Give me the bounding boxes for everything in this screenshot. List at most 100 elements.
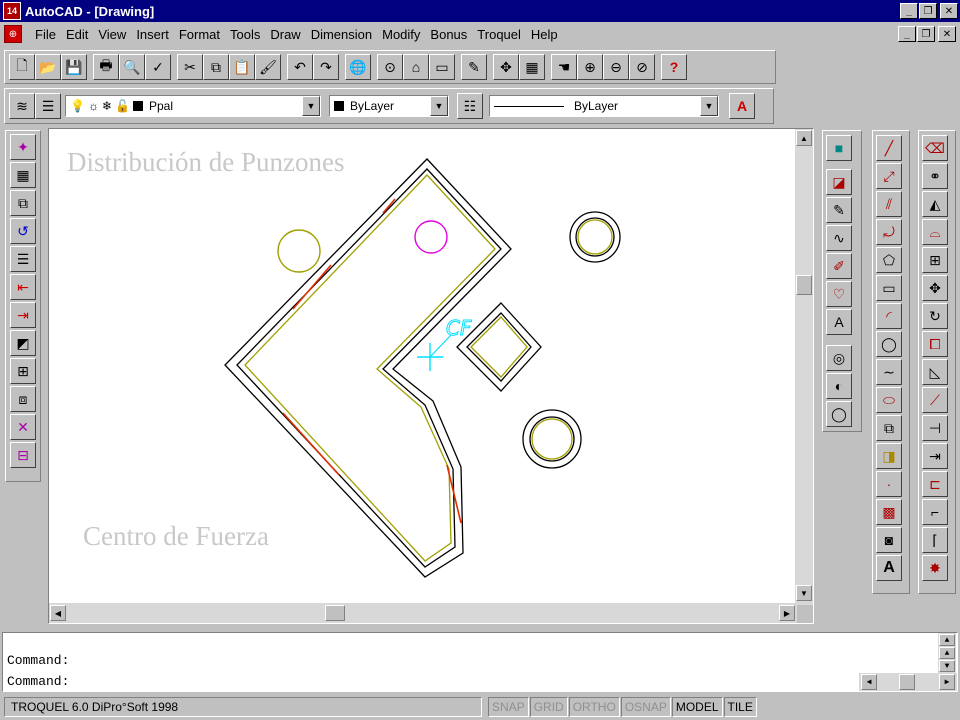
- erase-icon[interactable]: ⌫: [922, 135, 948, 161]
- autocad-app-icon[interactable]: 14: [3, 2, 21, 20]
- explode-icon[interactable]: ✸: [922, 555, 948, 581]
- break-icon[interactable]: ⊏: [922, 471, 948, 497]
- freehand-icon[interactable]: ∿: [826, 225, 852, 251]
- marker-icon[interactable]: ✐: [826, 253, 852, 279]
- copy-shape-icon[interactable]: ⧉: [10, 190, 36, 216]
- osnap-toggle[interactable]: OSNAP: [620, 697, 671, 717]
- layer-dropdown[interactable]: 💡 ☼ ❄ 🔓 Ppal ▼: [65, 95, 321, 117]
- multiline-text-icon[interactable]: A: [876, 555, 902, 581]
- rectangle-icon[interactable]: ▭: [876, 275, 902, 301]
- menu-draw[interactable]: Draw: [265, 27, 305, 42]
- grid-toggle[interactable]: GRID: [529, 697, 568, 717]
- copy-icon[interactable]: ⧉: [203, 54, 229, 80]
- save-disk-icon[interactable]: 💾: [61, 54, 87, 80]
- command-scroll-thumb[interactable]: [899, 674, 915, 690]
- teal-square-icon[interactable]: ■: [826, 135, 852, 161]
- cut-icon[interactable]: ✂: [177, 54, 203, 80]
- scroll-up-icon[interactable]: ▲: [939, 647, 955, 659]
- menu-troquel[interactable]: Troquel: [472, 27, 526, 42]
- model-toggle[interactable]: MODEL: [671, 697, 723, 717]
- inquiry-icon[interactable]: ▭: [429, 54, 455, 80]
- circle-pair-icon[interactable]: ◎: [826, 345, 852, 371]
- menu-tools[interactable]: Tools: [225, 27, 265, 42]
- region-icon[interactable]: ◙: [876, 527, 902, 553]
- chamfer-icon[interactable]: ⌐: [922, 499, 948, 525]
- horizontal-scrollbar[interactable]: ◀ ▶: [49, 603, 797, 623]
- command-prompt[interactable]: Command:: [7, 674, 69, 689]
- arc-icon[interactable]: ◜: [876, 303, 902, 329]
- extend-icon[interactable]: ⇥: [922, 443, 948, 469]
- undo-icon[interactable]: ↶: [287, 54, 313, 80]
- chevron-down-icon[interactable]: ▼: [430, 96, 448, 116]
- doc-minimize-button[interactable]: _: [898, 26, 916, 42]
- snap-toggle[interactable]: SNAP: [488, 697, 529, 717]
- ellipse-icon[interactable]: ⬭: [876, 387, 902, 413]
- scroll-down-icon[interactable]: ▼: [939, 660, 955, 672]
- doc-restore-button[interactable]: ❐: [917, 26, 935, 42]
- half-circle-icon[interactable]: ◐: [826, 373, 852, 399]
- doc-close-button[interactable]: ✕: [938, 26, 956, 42]
- ortho-toggle[interactable]: ORTHO: [568, 697, 620, 717]
- command-window[interactable]: Command: Command: ▲ ▲ ▼ ◀ ▶: [2, 632, 958, 692]
- zoom-window-icon[interactable]: ⊖: [603, 54, 629, 80]
- offset-arrow-icon[interactable]: ⇤: [10, 274, 36, 300]
- pan-realtime-icon[interactable]: ☚: [551, 54, 577, 80]
- scroll-up-icon[interactable]: ▲: [939, 634, 955, 646]
- pencil-edit-icon[interactable]: ✎: [826, 197, 852, 223]
- print-icon[interactable]: 🖶: [93, 54, 119, 80]
- grid-array-icon[interactable]: ▦: [10, 162, 36, 188]
- menu-dimension[interactable]: Dimension: [306, 27, 377, 42]
- document-icon[interactable]: ⊕: [4, 25, 22, 43]
- redraw-pencil-icon[interactable]: ✎: [461, 54, 487, 80]
- menu-file[interactable]: File: [30, 27, 61, 42]
- array-icon[interactable]: ⊞: [922, 247, 948, 273]
- trim-icon[interactable]: ⊣: [922, 415, 948, 441]
- make-block-icon[interactable]: ◨: [876, 443, 902, 469]
- open-folder-icon[interactable]: 📂: [35, 54, 61, 80]
- punch-pattern-icon[interactable]: ✕: [10, 414, 36, 440]
- maximize-button[interactable]: ❐: [919, 3, 937, 19]
- polygon-icon[interactable]: ⬠: [876, 247, 902, 273]
- menu-format[interactable]: Format: [174, 27, 225, 42]
- menu-modify[interactable]: Modify: [377, 27, 425, 42]
- launch-browser-icon[interactable]: 🌐: [345, 54, 371, 80]
- point-icon[interactable]: ·: [876, 471, 902, 497]
- object-snap-icon[interactable]: ⊙: [377, 54, 403, 80]
- match-properties-icon[interactable]: 🖌: [255, 54, 281, 80]
- circle-icon[interactable]: ◯: [876, 331, 902, 357]
- layers-stack-icon[interactable]: ☰: [10, 246, 36, 272]
- edit-shape-icon[interactable]: ◪: [826, 169, 852, 195]
- horizontal-scroll-thumb[interactable]: [325, 605, 345, 621]
- fillet-icon[interactable]: ⌈: [922, 527, 948, 553]
- mirror-icon[interactable]: ◭: [922, 191, 948, 217]
- new-file-icon[interactable]: 🗋: [9, 54, 35, 80]
- move-icon[interactable]: ✥: [922, 275, 948, 301]
- scale-icon[interactable]: ⧠: [922, 331, 948, 357]
- minimize-button[interactable]: _: [900, 3, 918, 19]
- spline-icon[interactable]: ∼: [876, 359, 902, 385]
- scroll-up-icon[interactable]: ▲: [796, 130, 812, 146]
- menu-bonus[interactable]: Bonus: [425, 27, 472, 42]
- chevron-down-icon[interactable]: ▼: [302, 96, 320, 116]
- linetype-dropdown[interactable]: ByLayer ▼: [489, 95, 719, 117]
- copy-object-icon[interactable]: ⚭: [922, 163, 948, 189]
- command-horizontal-scrollbar[interactable]: ◀ ▶: [859, 673, 957, 691]
- properties-icon[interactable]: A: [729, 93, 755, 119]
- hatch-icon[interactable]: ▩: [876, 499, 902, 525]
- scroll-right-icon[interactable]: ▶: [939, 674, 955, 690]
- scroll-left-icon[interactable]: ◀: [861, 674, 877, 690]
- ucs-icon[interactable]: ⌂: [403, 54, 429, 80]
- rotate-back-icon[interactable]: ↺: [10, 218, 36, 244]
- scroll-right-icon[interactable]: ▶: [779, 605, 795, 621]
- line-icon[interactable]: ╱: [876, 135, 902, 161]
- named-views-icon[interactable]: ▦: [519, 54, 545, 80]
- shape-report-icon[interactable]: ⊟: [10, 442, 36, 468]
- circle-ring-icon[interactable]: ◯: [826, 401, 852, 427]
- nested-box-icon[interactable]: ⧈: [10, 386, 36, 412]
- tile-toggle[interactable]: TILE: [723, 697, 757, 717]
- pan-icon[interactable]: ✥: [493, 54, 519, 80]
- dimension-arrow-icon[interactable]: ⇥: [10, 302, 36, 328]
- scroll-left-icon[interactable]: ◀: [50, 605, 66, 621]
- offset-icon[interactable]: ⌓: [922, 219, 948, 245]
- corner-shape-icon[interactable]: ◩: [10, 330, 36, 356]
